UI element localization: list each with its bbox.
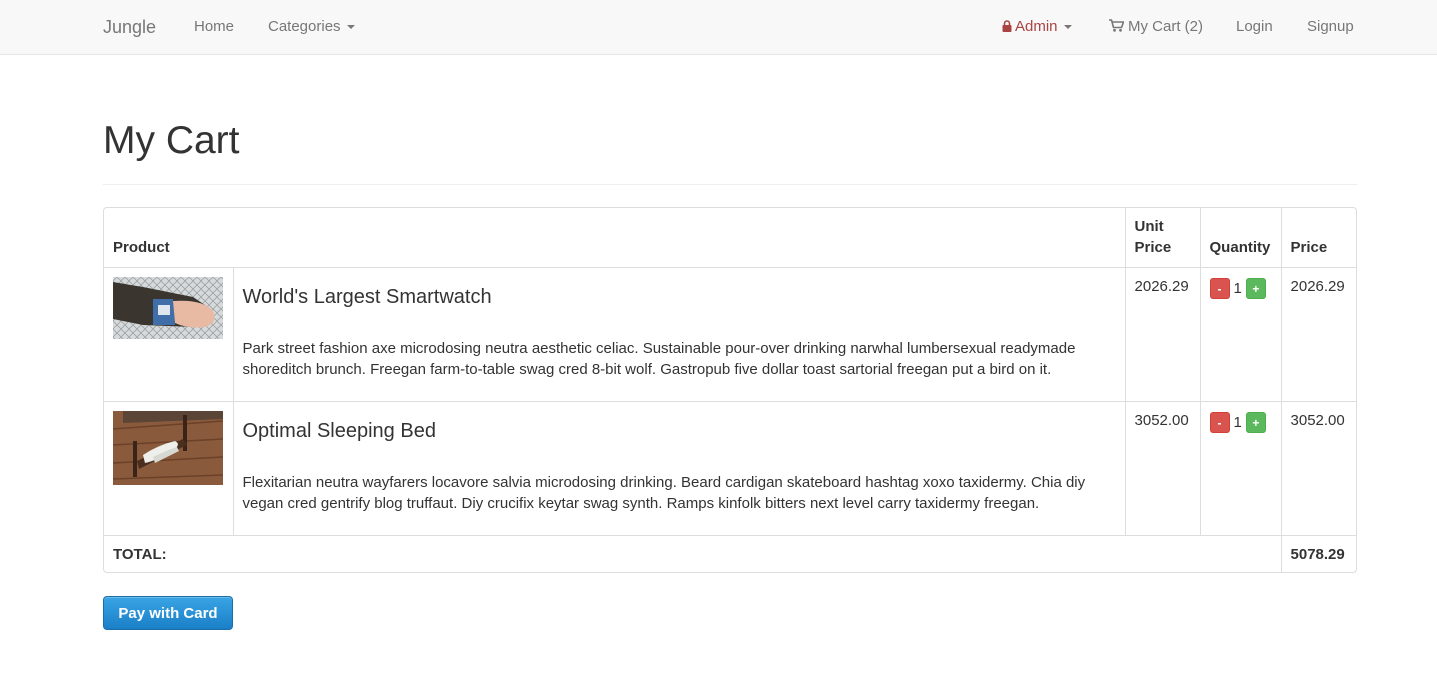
increase-quantity-button[interactable]: + bbox=[1245, 412, 1266, 433]
total-label: TOTAL: bbox=[104, 535, 1282, 572]
total-row: TOTAL: 5078.29 bbox=[104, 535, 1356, 572]
quantity-value: 1 bbox=[1233, 280, 1242, 297]
navbar: Jungle Home Categories Admin My Cart (2)… bbox=[0, 0, 1437, 55]
brand-link[interactable]: Jungle bbox=[103, 0, 156, 54]
caret-down-icon bbox=[1063, 25, 1072, 30]
price-cell: 3052.00 bbox=[1280, 401, 1356, 536]
cart-table: Product Unit Price Quantity Price World'… bbox=[104, 208, 1356, 572]
product-image-cell bbox=[104, 401, 234, 536]
title-divider bbox=[103, 184, 1357, 185]
unit-price-cell: 3052.00 bbox=[1124, 401, 1201, 536]
quantity-cell: -1 + bbox=[1199, 267, 1282, 402]
nav-admin-dropdown[interactable]: Admin bbox=[1002, 0, 1072, 54]
nav-categories-label: Categories bbox=[268, 18, 341, 35]
table-row: Optimal Sleeping Bed Flexitarian neutra … bbox=[104, 401, 1356, 536]
unit-price-cell: 2026.29 bbox=[1124, 267, 1201, 402]
cart-table-panel: Product Unit Price Quantity Price World'… bbox=[103, 207, 1357, 573]
nav-cart-label: My Cart (2) bbox=[1128, 18, 1203, 35]
product-description: Park street fashion axe microdosing neut… bbox=[242, 340, 1076, 378]
product-description: Flexitarian neutra wayfarers locavore sa… bbox=[242, 474, 1086, 512]
table-row: World's Largest Smartwatch Park street f… bbox=[104, 267, 1356, 402]
product-info-cell: Optimal Sleeping Bed Flexitarian neutra … bbox=[232, 401, 1126, 536]
decrease-quantity-button[interactable]: - bbox=[1209, 412, 1230, 433]
increase-quantity-button[interactable]: + bbox=[1245, 278, 1266, 299]
navbar-container: Jungle Home Categories Admin My Cart (2)… bbox=[103, 0, 1357, 54]
nav-login-link[interactable]: Login bbox=[1236, 0, 1273, 54]
pay-with-card-button[interactable]: Pay with Card bbox=[103, 596, 233, 630]
product-image[interactable] bbox=[113, 411, 223, 485]
product-image[interactable] bbox=[113, 277, 223, 339]
nav-admin-label: Admin bbox=[1015, 18, 1058, 35]
nav-categories-dropdown[interactable]: Categories bbox=[268, 0, 355, 54]
lock-icon bbox=[1002, 20, 1012, 32]
page-title: My Cart bbox=[103, 119, 240, 162]
product-info-cell: World's Largest Smartwatch Park street f… bbox=[232, 267, 1126, 402]
price-cell: 2026.29 bbox=[1280, 267, 1356, 402]
header-product: Product bbox=[104, 208, 1126, 268]
header-quantity: Quantity bbox=[1199, 208, 1282, 268]
quantity-value: 1 bbox=[1233, 414, 1242, 431]
nav-signup-link[interactable]: Signup bbox=[1307, 0, 1354, 54]
table-header-row: Product Unit Price Quantity Price bbox=[104, 208, 1356, 268]
total-value: 5078.29 bbox=[1280, 535, 1356, 572]
nav-home-link[interactable]: Home bbox=[194, 0, 234, 54]
header-unit-price: Unit Price bbox=[1124, 208, 1201, 268]
decrease-quantity-button[interactable]: - bbox=[1209, 278, 1230, 299]
quantity-cell: -1 + bbox=[1199, 401, 1282, 536]
shopping-cart-icon bbox=[1109, 19, 1124, 32]
product-name[interactable]: World's Largest Smartwatch bbox=[243, 285, 1116, 309]
product-name[interactable]: Optimal Sleeping Bed bbox=[243, 419, 1116, 443]
nav-cart-link[interactable]: My Cart (2) bbox=[1109, 0, 1203, 54]
caret-down-icon bbox=[346, 25, 355, 30]
header-price: Price bbox=[1280, 208, 1356, 268]
product-image-cell bbox=[104, 267, 234, 402]
